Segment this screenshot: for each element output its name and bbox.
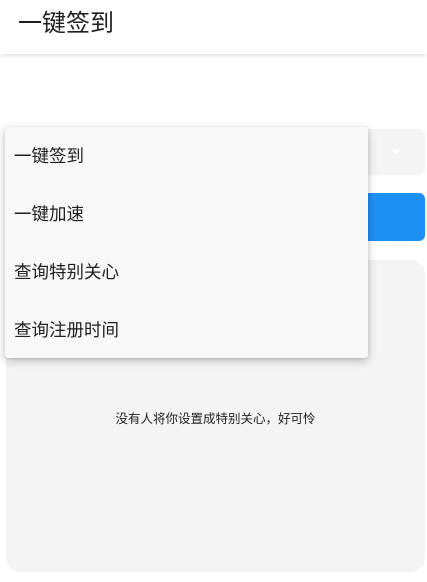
menu-item-sign-in[interactable]: 一键签到 (5, 127, 368, 185)
result-message: 没有人将你设置成特别关心，好可怜 (115, 411, 316, 426)
dropdown-menu: 一键签到 一键加速 查询特别关心 查询注册时间 (5, 127, 368, 358)
app-root: 一键签到 没有人将你设置成特别关心，好可怜 一键签到 一键加速 查询特别关心 查… (0, 0, 427, 582)
chevron-down-icon (391, 149, 401, 154)
menu-item-speed-up[interactable]: 一键加速 (5, 185, 368, 243)
menu-item-query-special-care[interactable]: 查询特别关心 (5, 243, 368, 301)
page-title: 一键签到 (18, 9, 114, 37)
menu-item-query-register-time[interactable]: 查询注册时间 (5, 300, 368, 358)
top-app-bar: 一键签到 (0, 0, 427, 54)
